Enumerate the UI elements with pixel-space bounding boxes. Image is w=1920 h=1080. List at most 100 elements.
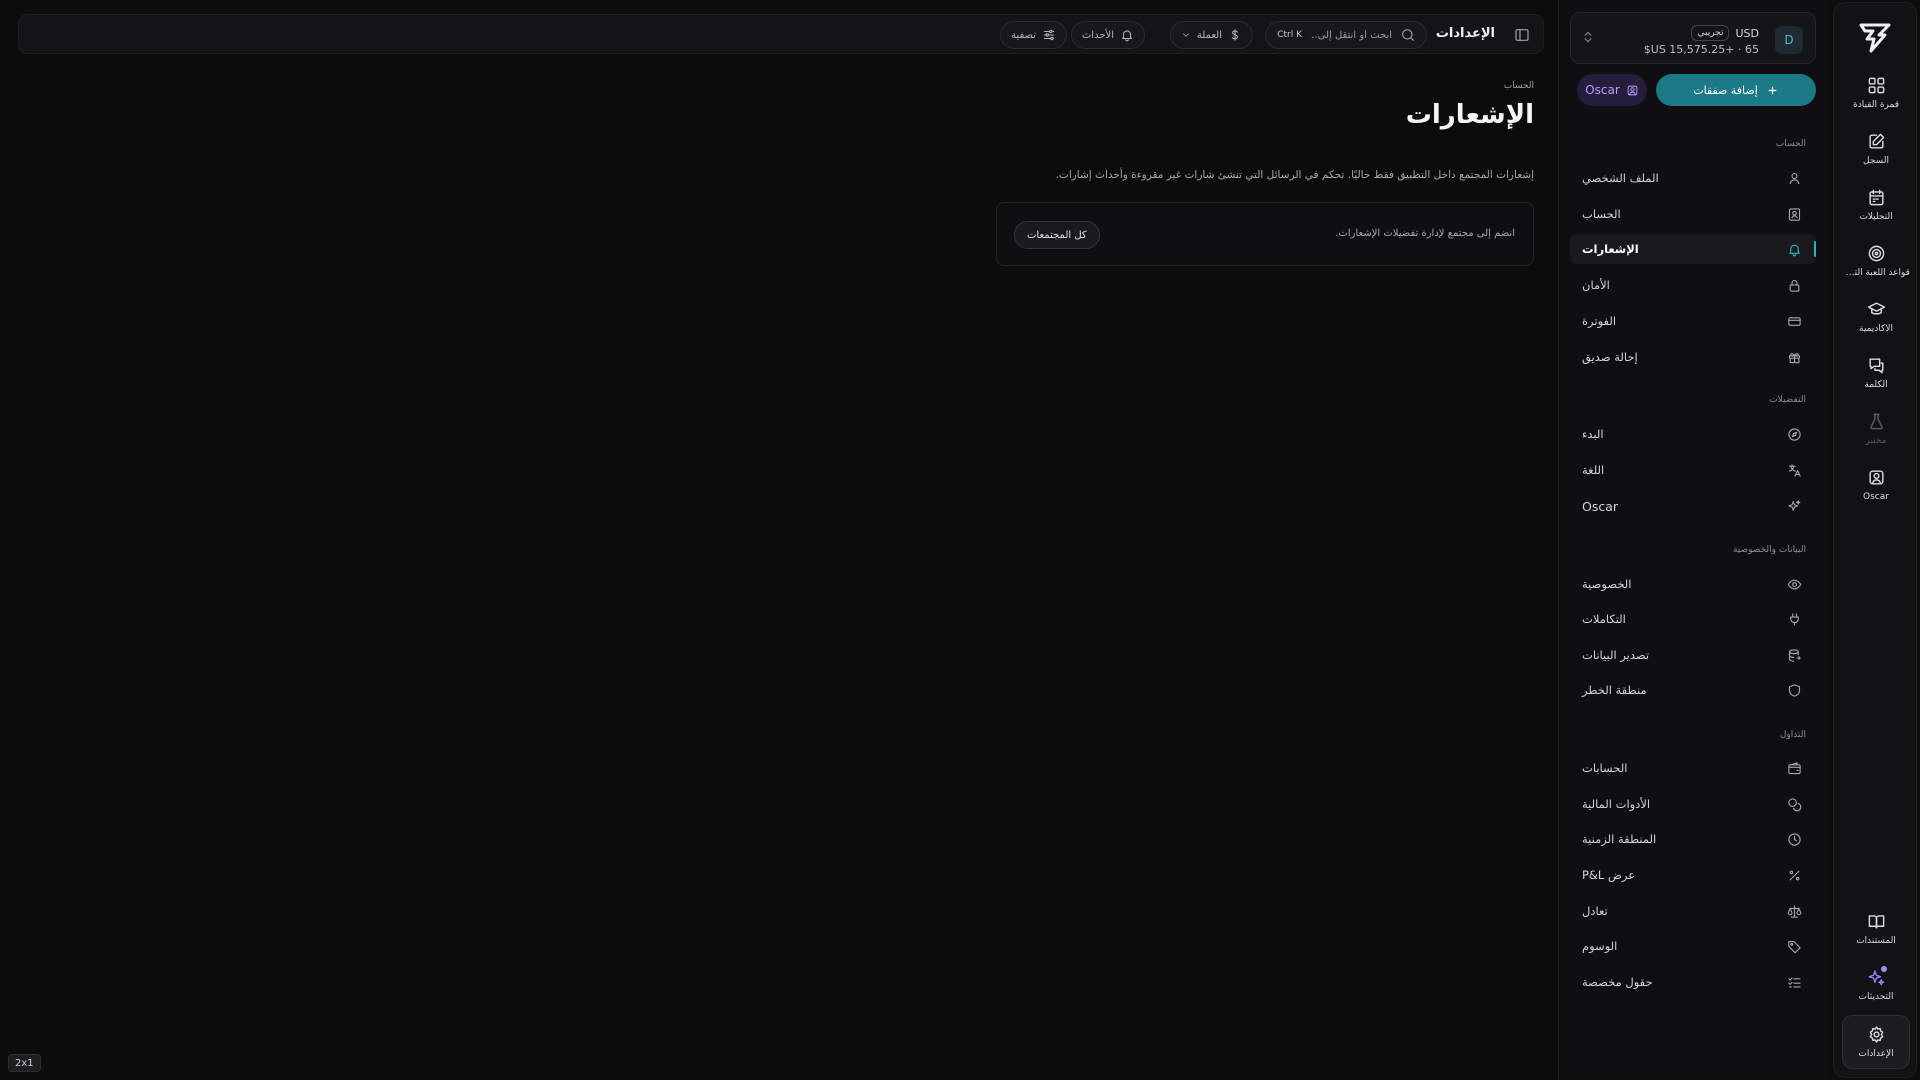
- rail-item-label: قواعد اللعبة التي تما...: [1842, 267, 1910, 278]
- account-switcher[interactable]: D USD تجريبي $US 15,575.25+ · 65: [1570, 12, 1816, 64]
- plug-icon: [1786, 612, 1802, 627]
- rail-item-oscar[interactable]: Oscar: [1842, 459, 1910, 511]
- events-button[interactable]: الأحداث: [1070, 21, 1145, 49]
- scale-icon: [1786, 904, 1802, 919]
- nav-item-privacy[interactable]: الخصوصية: [1570, 569, 1816, 599]
- sidebar-toggle-icon[interactable]: [1511, 24, 1533, 46]
- rail-item-label: الإعدادات: [1858, 1048, 1894, 1059]
- nav-item-custom-fields[interactable]: حقول مخصصة: [1570, 967, 1816, 997]
- nav-item-getting-started[interactable]: البدء: [1570, 419, 1816, 449]
- translate-icon: [1786, 463, 1802, 478]
- search-input[interactable]: [1310, 29, 1392, 41]
- nav-item-label: عرض P&L: [1582, 868, 1636, 882]
- breadcrumb[interactable]: الحساب: [1504, 81, 1534, 91]
- add-trades-button[interactable]: إضافة صفقات: [1656, 74, 1816, 106]
- id-card-icon: [1786, 207, 1802, 222]
- filter-button[interactable]: تصفية: [1000, 21, 1067, 49]
- section-title-data-privacy: البيانات والخصوصية: [1732, 545, 1806, 555]
- oscar-button[interactable]: Oscar: [1577, 74, 1647, 106]
- nav-item-label: اللغة: [1582, 463, 1605, 477]
- sliders-icon: [1042, 28, 1056, 42]
- database-export-icon: [1786, 648, 1802, 663]
- nav-item-notifications[interactable]: الإشعارات: [1570, 234, 1816, 264]
- icon-rail: قمرة القيادة السجل التحليلات قواعد اللعب…: [1833, 2, 1917, 1078]
- currency-dropdown[interactable]: العملة: [1169, 21, 1253, 49]
- section-title-preferences: التفضيلات: [1769, 395, 1806, 405]
- target-icon: [1867, 244, 1886, 263]
- nav-item-label: المنطقة الزمنية: [1582, 832, 1657, 846]
- all-communities-button[interactable]: كل المجتمعات: [1014, 221, 1100, 249]
- rail-item-label: التحديثات: [1858, 991, 1894, 1002]
- community-notice-card: انضم إلى مجتمع لإدارة تفضيلات الإشعارات.…: [996, 202, 1534, 266]
- nav-item-label: الإشعارات: [1582, 242, 1639, 256]
- nav-item-label: حقول مخصصة: [1582, 975, 1653, 989]
- page-header-title: الإعدادات: [1435, 26, 1495, 41]
- rail-item-label: الكلمة: [1864, 379, 1888, 390]
- rail-item-lab[interactable]: مختبر: [1842, 403, 1910, 455]
- shield-icon: [1786, 683, 1802, 698]
- tag-icon: [1786, 939, 1802, 954]
- nav-item-label: الفوترة: [1582, 314, 1617, 328]
- search-box[interactable]: Ctrl K: [1265, 21, 1427, 49]
- nav-item-timezone[interactable]: المنطقة الزمنية: [1570, 824, 1816, 854]
- rail-item-cockpit[interactable]: قمرة القيادة: [1842, 67, 1910, 119]
- bell-icon: [1786, 242, 1802, 257]
- rail-item-label: مختبر: [1865, 435, 1887, 446]
- add-trades-label: إضافة صفقات: [1693, 83, 1758, 97]
- nav-item-security[interactable]: الأمان: [1570, 270, 1816, 300]
- nav-item-danger-zone[interactable]: منطقة الخطر: [1570, 675, 1816, 705]
- top-bar: الإعدادات Ctrl K العملة الأحداث تصفية: [18, 14, 1544, 54]
- lock-icon: [1786, 278, 1802, 293]
- sparkles-icon: [1786, 499, 1802, 514]
- nav-item-profile[interactable]: الملف الشخصي: [1570, 163, 1816, 193]
- nav-item-label: إحالة صديق: [1582, 350, 1638, 364]
- nav-item-accounts[interactable]: الحسابات: [1570, 753, 1816, 783]
- zoom-badge: 2x1: [8, 1054, 41, 1072]
- app-logo[interactable]: [1855, 17, 1895, 57]
- nav-item-referral[interactable]: إحالة صديق: [1570, 342, 1816, 372]
- rail-item-label: الأكاديمية: [1859, 323, 1893, 334]
- nav-item-pnl-display[interactable]: عرض P&L: [1570, 860, 1816, 890]
- oscar-label: Oscar: [1585, 83, 1620, 97]
- community-notice-text: انضم إلى مجتمع لإدارة تفضيلات الإشعارات.: [1335, 228, 1515, 239]
- rail-item-label: قمرة القيادة: [1852, 99, 1900, 110]
- nav-item-tags[interactable]: الوسوم: [1570, 931, 1816, 961]
- rail-item-journal[interactable]: السجل: [1842, 123, 1910, 175]
- eye-icon: [1786, 577, 1802, 592]
- nav-item-data-export[interactable]: تصدير البيانات: [1570, 640, 1816, 670]
- notification-dot: [1880, 965, 1887, 972]
- chevron-down-icon: [1181, 30, 1191, 40]
- settings-sidebar: D USD تجريبي $US 15,575.25+ · 65 إضافة ص…: [1558, 0, 1828, 1080]
- oscar-icon: [1626, 84, 1639, 97]
- coins-icon: [1786, 797, 1802, 812]
- nav-item-breakeven[interactable]: تعادل: [1570, 896, 1816, 926]
- nav-item-language[interactable]: اللغة: [1570, 455, 1816, 485]
- nav-item-label: تصدير البيانات: [1582, 648, 1650, 662]
- rail-item-playbook[interactable]: قواعد اللعبة التي تما...: [1842, 235, 1910, 287]
- rail-item-label: التحليلات: [1859, 211, 1893, 222]
- nav-item-billing[interactable]: الفوترة: [1570, 306, 1816, 336]
- list-checks-icon: [1786, 975, 1802, 990]
- nav-item-integrations[interactable]: التكاملات: [1570, 604, 1816, 634]
- rail-item-chat[interactable]: الكلمة: [1842, 347, 1910, 399]
- nav-item-label: Oscar: [1582, 498, 1619, 514]
- nav-item-instruments[interactable]: الأدوات المالية: [1570, 789, 1816, 819]
- rail-item-updates[interactable]: التحديثات: [1842, 959, 1910, 1011]
- percent-icon: [1786, 868, 1802, 883]
- currency-label: العملة: [1196, 29, 1222, 41]
- rail-item-academy[interactable]: الأكاديمية: [1842, 291, 1910, 343]
- nav-item-label: تعادل: [1582, 904, 1608, 918]
- rail-item-settings[interactable]: الإعدادات: [1842, 1015, 1910, 1069]
- search-shortcut: Ctrl K: [1277, 30, 1302, 40]
- nav-item-label: الحساب: [1582, 207, 1621, 221]
- demo-badge: تجريبي: [1691, 25, 1730, 41]
- page-description: إشعارات المجتمع داخل التطبيق فقط حاليًا.…: [1055, 169, 1534, 181]
- nav-item-account[interactable]: الحساب: [1570, 199, 1816, 229]
- avatar: D: [1775, 26, 1803, 54]
- nav-item-label: الوسوم: [1582, 939, 1618, 953]
- user-icon: [1786, 171, 1802, 186]
- rail-item-label: Oscar: [1863, 491, 1889, 502]
- rail-item-docs[interactable]: المستندات: [1842, 903, 1910, 955]
- nav-item-oscar[interactable]: Oscar: [1570, 491, 1816, 521]
- rail-item-analytics[interactable]: التحليلات: [1842, 179, 1910, 231]
